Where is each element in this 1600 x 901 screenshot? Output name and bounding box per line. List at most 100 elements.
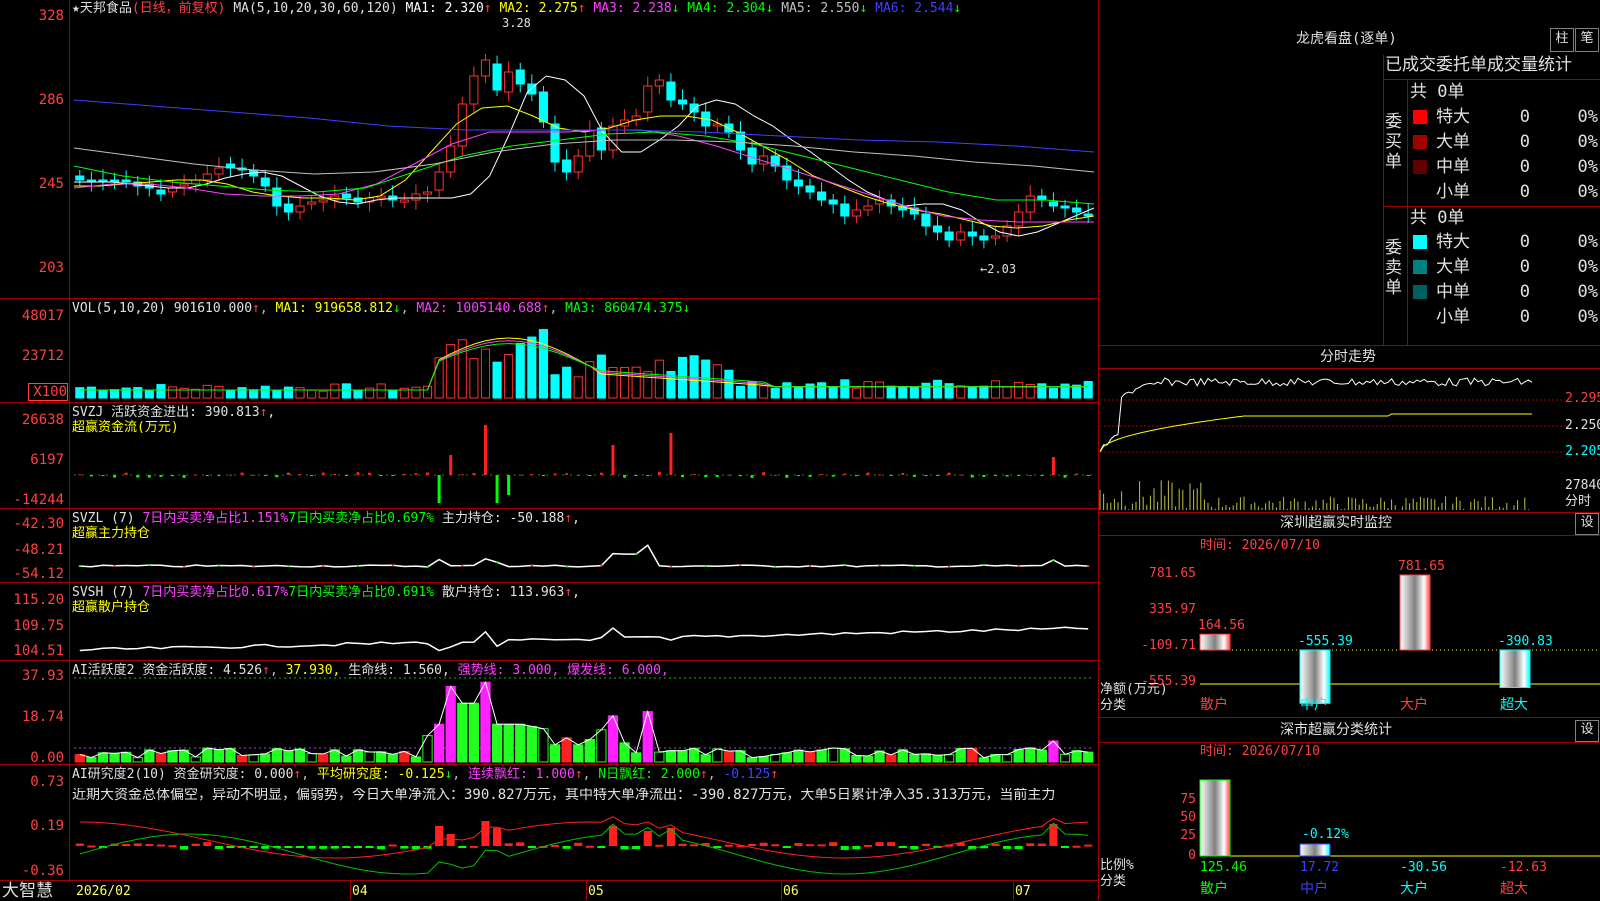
szm-cat-2: 大户 bbox=[1400, 697, 1428, 713]
svzj-bar bbox=[89, 475, 93, 477]
volume-bar bbox=[956, 385, 966, 399]
svzl-line-tick bbox=[774, 565, 777, 568]
ai1-bar bbox=[665, 750, 677, 763]
szm-h1 bbox=[1098, 535, 1600, 536]
svzj-bar bbox=[611, 445, 615, 475]
volume-bar bbox=[817, 382, 827, 399]
svzl-line-tick bbox=[948, 565, 951, 568]
svsh-title[interactable]: SVSH (7) 7日内买卖净占比0.617%7日内买卖净占比0.691% 散户… bbox=[72, 585, 580, 615]
svzj-bar bbox=[321, 472, 325, 475]
svzl-title[interactable]: SVZL (7) 7日内买卖净占比1.151%7日内买卖净占比0.697% 主力… bbox=[72, 511, 580, 541]
ai2-bar bbox=[214, 846, 223, 850]
szc-settings-button[interactable]: 设 bbox=[1575, 720, 1599, 742]
candle-body bbox=[1048, 201, 1058, 207]
ai1-bar bbox=[1071, 750, 1082, 763]
volume-bar bbox=[133, 387, 143, 399]
candle-body bbox=[990, 235, 1001, 239]
volume-bar bbox=[191, 388, 201, 399]
svzj-bar bbox=[391, 475, 395, 476]
fenshi-p1: 2.295 bbox=[1565, 391, 1600, 406]
ai1-bar bbox=[318, 753, 329, 763]
volume-bar bbox=[515, 342, 525, 399]
lhb-sell-label: 委卖单 bbox=[1385, 238, 1402, 298]
ai1-bar bbox=[804, 751, 816, 763]
ai2-bar bbox=[1084, 844, 1093, 847]
ai1-bar bbox=[700, 754, 711, 763]
svzj-bar bbox=[310, 475, 314, 476]
vol-title[interactable]: VOL(5,10,20) 901610.000↑, MA1: 919658.81… bbox=[72, 301, 690, 316]
ai2-c-arrow: ↑ bbox=[574, 767, 583, 782]
szc-ylabel2: 分类 bbox=[1100, 874, 1127, 889]
svzj-bar bbox=[727, 474, 731, 476]
ai2-bar bbox=[226, 846, 235, 848]
svzj-bar bbox=[228, 474, 232, 476]
svzl-line-tick bbox=[391, 564, 394, 567]
logo[interactable]: 大智慧 bbox=[2, 882, 53, 900]
lhb-h3 bbox=[1098, 345, 1600, 346]
ai1-bar bbox=[364, 751, 375, 763]
period-label[interactable]: (日线，前复权) bbox=[132, 1, 226, 16]
svzj-bar bbox=[878, 474, 882, 476]
svzl-line-tick bbox=[461, 564, 464, 567]
ai1-title[interactable]: AI活跃度2 资金活跃度: 4.526↑, 37.930, 生命线: 1.560… bbox=[72, 663, 669, 678]
volume-bar bbox=[202, 384, 212, 399]
svsh-c: 散户持仓: 113.963 bbox=[441, 585, 565, 600]
lhb-buy-name-0: 特大 bbox=[1436, 107, 1470, 127]
ai2-bar bbox=[330, 846, 339, 849]
price-tick-3: 245 bbox=[38, 176, 64, 192]
volume-bar bbox=[98, 390, 108, 399]
svzj-title[interactable]: SVZJ 活跃资金进出: 390.813↑, 超赢资金流(万元) bbox=[72, 405, 275, 435]
stock-title[interactable]: ★天邦食品 bbox=[72, 1, 132, 16]
volume-bar bbox=[538, 329, 548, 399]
lhb-tick-button[interactable]: 笔 bbox=[1575, 28, 1599, 52]
ai1-a: 资金活跃度: 4.526 bbox=[142, 663, 263, 678]
ai2-tick-1: 0.73 bbox=[30, 774, 64, 790]
ai2-title[interactable]: AI研究度2(10) 资金研究度: 0.000↑, 平均研究度: -0.125↓… bbox=[72, 767, 778, 782]
svzj-bar bbox=[623, 475, 627, 478]
svzl-line-tick bbox=[287, 565, 290, 568]
ai2-e: -0.125 bbox=[723, 767, 771, 782]
svzj-bar bbox=[472, 473, 476, 475]
vol-ma1: MA1: 919658.812 bbox=[275, 301, 393, 316]
ai2-bar bbox=[400, 846, 409, 849]
svzj-bar bbox=[356, 472, 360, 475]
date-tick-2: 04 bbox=[352, 884, 368, 899]
candle-body bbox=[515, 69, 525, 85]
svzl-tail: , bbox=[572, 511, 580, 526]
ai1-bar bbox=[851, 754, 862, 763]
volume-bar bbox=[1014, 381, 1024, 399]
svsh-line bbox=[79, 626, 1089, 652]
candle-body bbox=[817, 191, 827, 201]
svzl-line-tick bbox=[252, 565, 255, 568]
svzj-bar bbox=[843, 473, 847, 475]
svzj-bar bbox=[866, 472, 870, 475]
volume-bar bbox=[1002, 386, 1012, 399]
candle-body bbox=[828, 199, 838, 205]
szc-value-3: -12.63 bbox=[1500, 860, 1547, 875]
candle-body bbox=[492, 63, 502, 91]
szm-settings-button[interactable]: 设 bbox=[1575, 513, 1599, 535]
svzj-tick-3: -14244 bbox=[13, 492, 64, 508]
ai2-d: N日飘红: 2.000 bbox=[598, 767, 700, 782]
volume-bar bbox=[480, 348, 491, 399]
lhb-bar-button[interactable]: 柱 bbox=[1550, 28, 1574, 52]
main-chart-canvas[interactable] bbox=[0, 0, 1600, 900]
candle-body bbox=[1083, 213, 1093, 217]
svzj-bar bbox=[194, 474, 198, 476]
ai2-name: AI研究度2(10) bbox=[72, 767, 166, 782]
svzl-arrow: ↑ bbox=[564, 511, 573, 526]
szc-title: 深市超赢分类统计 bbox=[1280, 722, 1392, 738]
svzj-bar bbox=[1005, 475, 1009, 477]
vol-tick-2: 23712 bbox=[21, 348, 64, 364]
ai1-bar bbox=[1036, 749, 1047, 763]
svzj-bar bbox=[368, 472, 372, 475]
szc-cat-2: 大户 bbox=[1400, 881, 1428, 897]
ai2-bar bbox=[690, 844, 699, 847]
ai1-bar bbox=[260, 753, 271, 763]
candle-body bbox=[434, 171, 444, 191]
svzj-bar bbox=[530, 474, 534, 476]
ai1-bar bbox=[341, 755, 352, 763]
ai2-green-line bbox=[79, 822, 1089, 875]
svzj-bar bbox=[333, 473, 337, 475]
volume-bar bbox=[1048, 387, 1058, 399]
